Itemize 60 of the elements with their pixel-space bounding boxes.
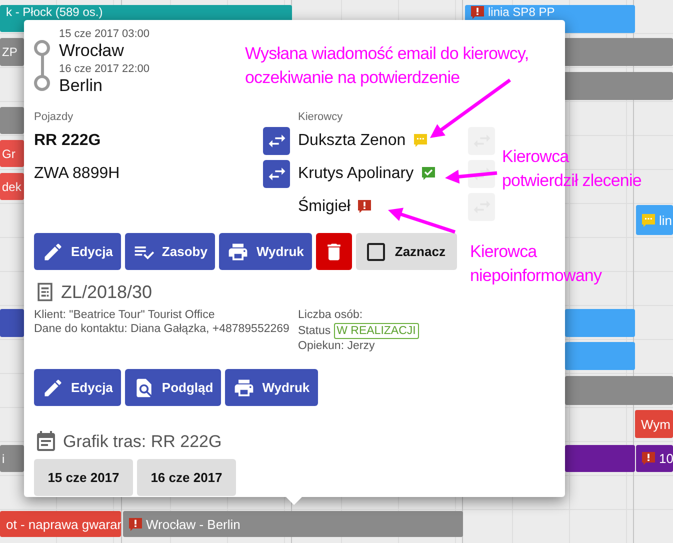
bar-label: dek [2, 180, 22, 194]
timeline-bar[interactable]: Wrocław - Berlin [123, 511, 463, 537]
people-count-label: Liczba osób: [298, 308, 363, 322]
guardian-text: Opiekun: Jerzy [298, 339, 375, 353]
annotation-arrow [445, 170, 498, 184]
bar-label: linia SP8 PP [488, 6, 555, 19]
stop-place: Wrocław [59, 41, 124, 61]
edit-button[interactable]: Edycja [34, 369, 121, 406]
vehicle-plate[interactable]: RR 222G [34, 132, 101, 150]
annotation-text: Wysłana wiadomość email do kierowcy, oczekiwanie na potwierdzenie [245, 43, 529, 89]
pencil-icon [42, 376, 64, 398]
bar-label: lin [659, 212, 672, 228]
alert-icon [129, 518, 142, 530]
vehicle-plate[interactable]: ZWA 8899H [34, 164, 120, 182]
schedule-title: Grafik tras: RR 222G [63, 432, 222, 452]
order-number: ZL/2018/30 [61, 282, 152, 302]
timeline-bar[interactable]: 10 [636, 445, 673, 472]
bar-label: 10 [659, 451, 673, 466]
calendar-icon [34, 430, 58, 454]
vehicles-label: Pojazdy [34, 110, 74, 124]
timeline-bar[interactable]: i [0, 445, 24, 472]
stop-place: Berlin [59, 76, 102, 96]
bar-label: ot - naprawa gwarar [6, 516, 121, 532]
contact-text: Dane do kontaktu: Diana Gałązka, +48789552269 [34, 322, 290, 336]
status-badge: W REALIZACJI [334, 322, 419, 338]
timeline-bar[interactable]: ZP [0, 38, 24, 66]
driver-name: Krutys Apolinary [298, 164, 414, 182]
select-button[interactable]: Zaznacz [356, 233, 458, 270]
print-button[interactable]: Wydruk [225, 369, 318, 406]
bar-label: i [2, 452, 5, 466]
alert-icon [642, 452, 655, 465]
swap-button[interactable] [263, 160, 290, 188]
stop-time: 16 cze 2017 22:00 [59, 63, 150, 76]
annotation-text: Kierowca potwierdził zlecenie [502, 146, 642, 192]
timeline-bar[interactable]: ot - naprawa gwarar [0, 511, 121, 537]
print-button[interactable]: Wydruk [219, 233, 312, 270]
driver-name: Śmigieł [298, 198, 350, 216]
bar-label: Wrocław - Berlin [146, 516, 240, 532]
bar-label: Wym [641, 416, 670, 432]
bar-label: Gr [2, 146, 16, 160]
timeline-bar[interactable]: dek [0, 173, 24, 200]
message-icon [642, 214, 655, 226]
annotation-arrow [388, 208, 456, 234]
status-label: Status [298, 324, 331, 338]
preview-button[interactable]: Podgląd [124, 369, 222, 406]
resources-button[interactable]: Zasoby [124, 233, 216, 270]
bar-label: k - Płock (589 os.) [6, 6, 103, 19]
drivers-label: Kierowcy [297, 110, 344, 124]
swap-button[interactable] [263, 126, 290, 154]
timeline-bar[interactable]: Gr [0, 140, 24, 167]
date-button[interactable]: 15 cze 2017 [34, 459, 133, 496]
bar-label: ZP [2, 45, 18, 59]
annotation-text: Kierowca niepoinformowany [470, 241, 602, 287]
date-button[interactable]: 16 cze 2017 [137, 459, 236, 496]
driver-name: Dukszta Zenon [298, 132, 406, 150]
edit-button[interactable]: Edycja [34, 233, 121, 270]
client-text: Klient: "Beatrice Tour" Tourist Office [34, 308, 215, 322]
timeline-bar[interactable]: Wym [635, 410, 673, 438]
delete-button[interactable] [316, 233, 352, 270]
pencil-icon [42, 240, 64, 262]
